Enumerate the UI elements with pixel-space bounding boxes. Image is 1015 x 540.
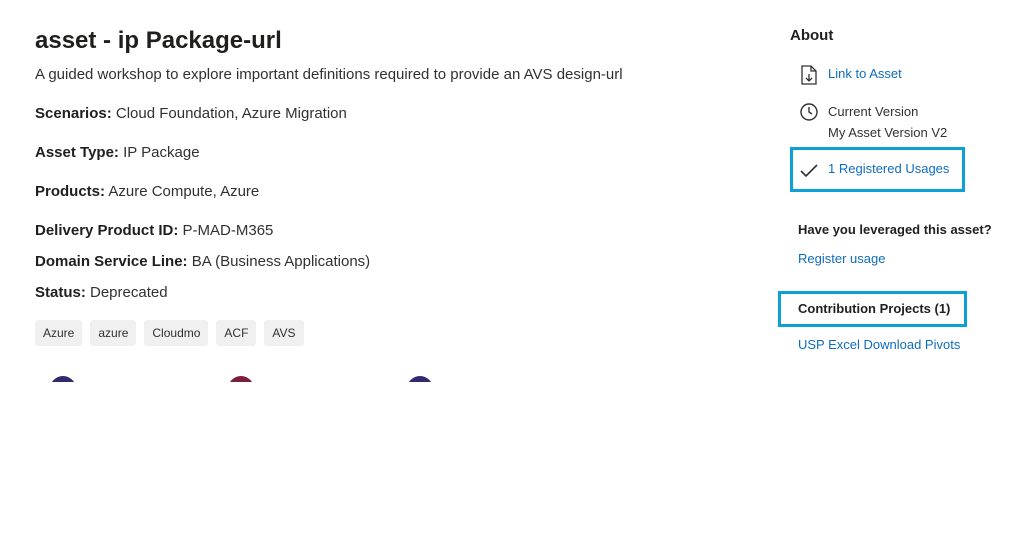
current-version-label: Current Version <box>828 104 919 119</box>
registered-usages-row[interactable]: 1 Registered Usages <box>798 159 949 181</box>
status-field: Status: Deprecated <box>35 284 168 301</box>
delivery-product-id-value: P-MAD-M365 <box>178 222 274 239</box>
products-label: Products: <box>35 183 106 200</box>
status-value: Deprecated <box>85 284 168 301</box>
scenarios-value: Cloud Foundation, Azure Migration <box>111 105 347 122</box>
products-value: Azure Compute, Azure <box>105 183 260 200</box>
asset-details-panel: asset - ip Package-url A guided workshop… <box>0 0 1015 382</box>
avatar[interactable] <box>228 376 254 382</box>
asset-type-label: Asset Type: <box>35 144 119 161</box>
asset-type-field: Asset Type: IP Package <box>35 144 200 161</box>
clock-icon <box>798 101 820 123</box>
register-usage-link[interactable]: Register usage <box>798 251 885 266</box>
current-version-value: My Asset Version V2 <box>828 125 948 140</box>
tag-chip[interactable]: azure <box>90 320 137 346</box>
checkmark-icon <box>798 159 820 181</box>
document-download-icon <box>798 64 820 86</box>
asset-type-value: IP Package <box>118 144 200 161</box>
tag-chip[interactable]: Cloudmo <box>144 320 209 346</box>
delivery-product-id-label: Delivery Product ID: <box>35 222 179 239</box>
avatar[interactable] <box>50 376 76 382</box>
scenarios-field: Scenarios: Cloud Foundation, Azure Migra… <box>35 105 347 122</box>
link-to-asset-row[interactable]: Link to Asset <box>798 64 902 86</box>
status-label: Status: <box>35 284 86 301</box>
registered-usages-link[interactable]: 1 Registered Usages <box>828 159 949 179</box>
project-link[interactable]: USP Excel Download Pivots <box>798 337 960 352</box>
delivery-product-id-field: Delivery Product ID: P-MAD-M365 <box>35 222 273 239</box>
tag-chip[interactable]: Azure <box>35 320 83 346</box>
tag-list: Azure azure Cloudmo ACF AVS <box>35 320 304 346</box>
tag-chip[interactable]: AVS <box>264 320 304 346</box>
link-to-asset[interactable]: Link to Asset <box>828 64 902 84</box>
domain-service-line-value: BA (Business Applications) <box>187 253 371 270</box>
asset-description: A guided workshop to explore important d… <box>35 66 623 83</box>
domain-service-line-field: Domain Service Line: BA (Business Applic… <box>35 253 370 270</box>
scenarios-label: Scenarios: <box>35 105 112 122</box>
tag-chip[interactable]: ACF <box>216 320 257 346</box>
current-version-row: Current Version My Asset Version V2 <box>798 101 947 143</box>
asset-title: asset - ip Package-url <box>35 27 282 54</box>
about-heading: About <box>790 27 834 44</box>
avatar[interactable] <box>407 376 433 382</box>
products-field: Products: Azure Compute, Azure <box>35 183 259 200</box>
domain-service-line-label: Domain Service Line: <box>35 253 188 270</box>
contribution-projects-heading: Contribution Projects (1) <box>798 301 951 316</box>
contributor-avatars <box>35 376 755 382</box>
leveraged-question: Have you leveraged this asset? <box>798 222 992 237</box>
